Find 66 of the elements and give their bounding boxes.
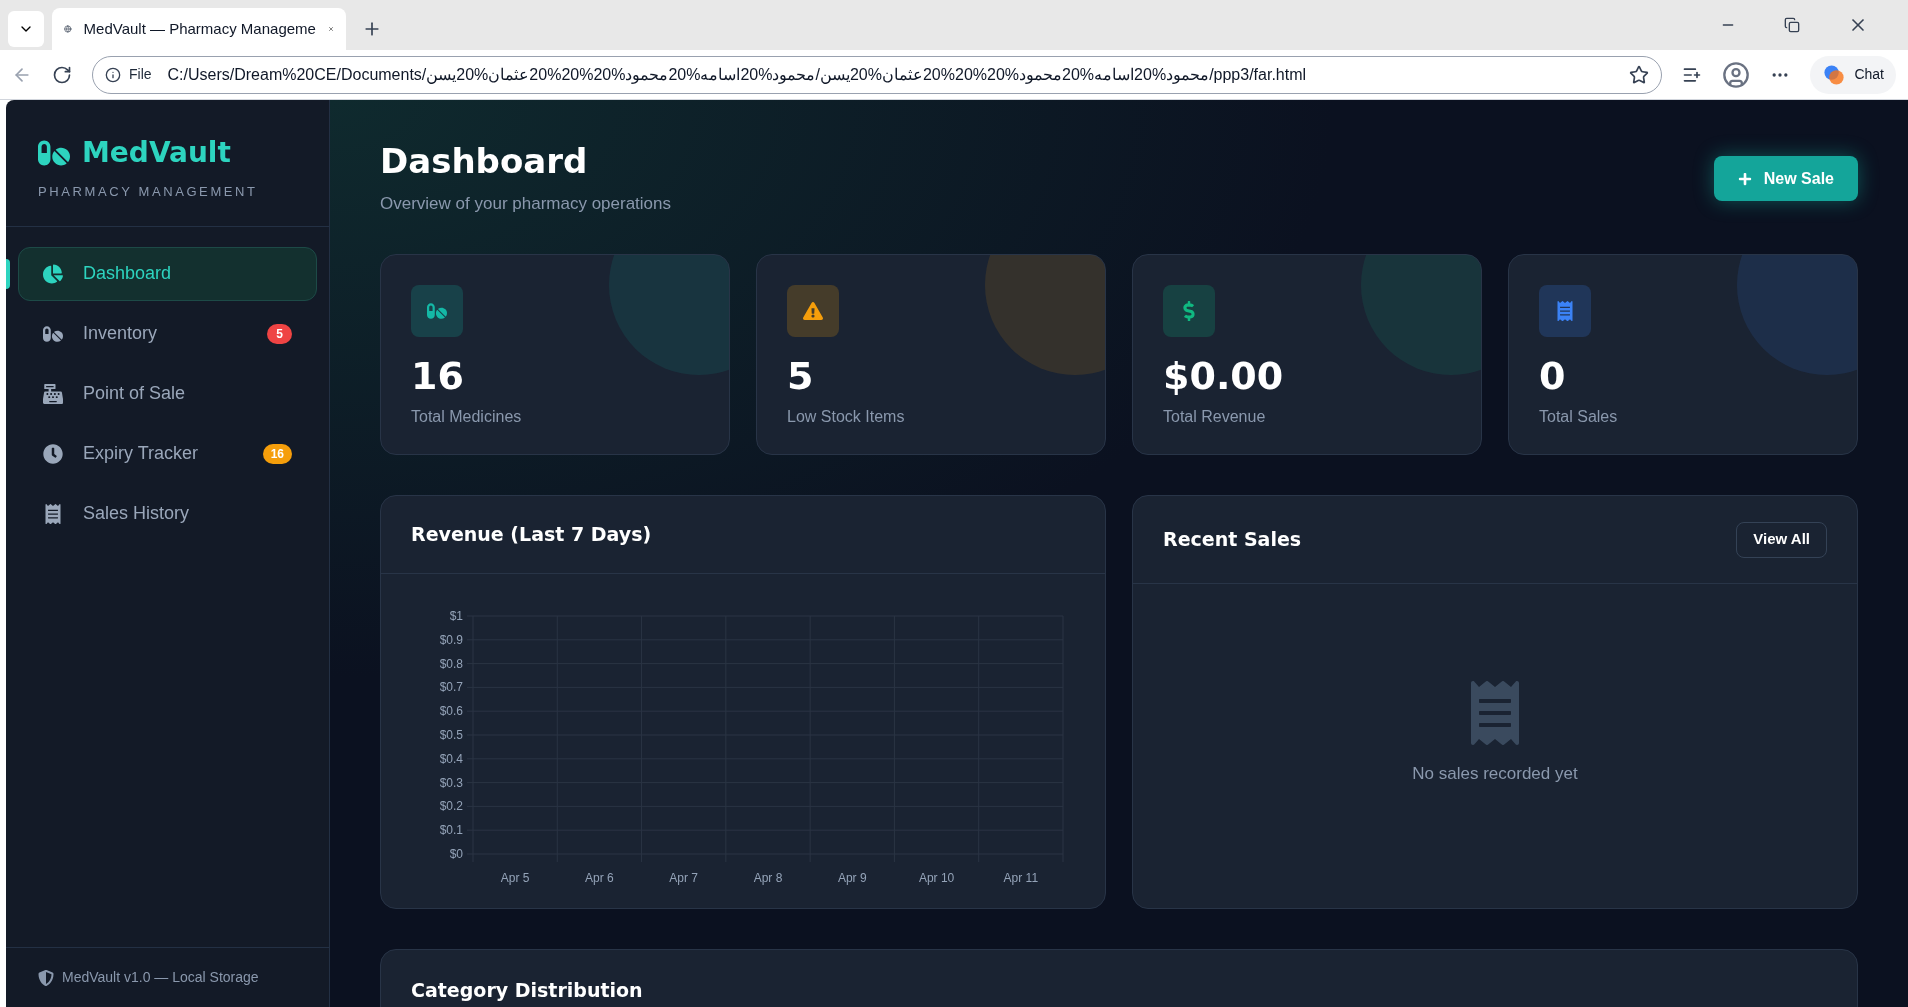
stat-value: $0.00 bbox=[1163, 353, 1285, 400]
axis-label: Apr 8 bbox=[753, 871, 783, 885]
count-badge: 5 bbox=[267, 323, 292, 344]
axis-label: Apr 9 bbox=[837, 871, 867, 885]
tab-title: MedVault — Pharmacy Manageme bbox=[83, 18, 316, 39]
reload-icon[interactable] bbox=[52, 64, 72, 85]
profile-icon[interactable] bbox=[1722, 60, 1751, 89]
empty-state-text: No sales recorded yet bbox=[1412, 763, 1578, 786]
axis-label: $0.5 bbox=[439, 728, 463, 742]
receipt-icon bbox=[1555, 301, 1575, 321]
stat-label: Total Sales bbox=[1539, 406, 1619, 427]
axis-label: $0.8 bbox=[439, 656, 463, 671]
page-subtitle: Overview of your pharmacy operations bbox=[380, 192, 672, 215]
receipt-icon bbox=[43, 503, 63, 524]
page-title: Dashboard bbox=[380, 140, 589, 183]
pills-icon bbox=[43, 323, 63, 344]
axis-label: $0.7 bbox=[439, 680, 463, 695]
warning-icon bbox=[803, 301, 823, 321]
axis-label: $0.1 bbox=[439, 823, 463, 838]
cash-register-icon bbox=[43, 383, 63, 404]
axis-label: $1 bbox=[449, 609, 463, 623]
axis-label: Apr 11 bbox=[1003, 871, 1039, 885]
view-all-button[interactable]: View All bbox=[1736, 521, 1827, 558]
version-text: MedVault v1.0 — Local Storage bbox=[62, 968, 259, 987]
pills-icon bbox=[427, 301, 447, 321]
axis-label: $0.3 bbox=[439, 775, 463, 790]
stat-value: 5 bbox=[787, 353, 815, 400]
address-prefix: File bbox=[129, 65, 152, 84]
nav-item[interactable]: Point of Sale bbox=[18, 366, 317, 421]
brand-tagline: PHARMACY MANAGEMENT bbox=[38, 183, 259, 201]
url-text: C:/Users/Dream%20CE/Documents/محمود%20اسامه%20محمود%20%20%20عثمان%20يسن/محمود%20اسامه%20محمود%20%20%20عثمان%20يسن/ppp3/far.html bbox=[167, 64, 1307, 86]
axis-label: Apr 5 bbox=[500, 871, 530, 885]
axis-label: $0.4 bbox=[439, 751, 463, 766]
axis-label: Apr 7 bbox=[669, 871, 699, 885]
stat-label: Low Stock Items bbox=[787, 406, 906, 427]
stat-value: 16 bbox=[411, 353, 465, 400]
axis-label: Apr 10 bbox=[918, 871, 955, 885]
card-title: Recent Sales bbox=[1163, 527, 1302, 553]
star-icon[interactable] bbox=[1629, 64, 1650, 85]
axis-label: Apr 6 bbox=[585, 871, 614, 885]
restore-icon[interactable] bbox=[1784, 17, 1800, 33]
count-badge: 16 bbox=[262, 443, 292, 464]
brand-name: MedVault bbox=[82, 135, 231, 171]
stat-value: 0 bbox=[1539, 353, 1567, 400]
browser-tab[interactable]: MedVault — Pharmacy Manageme bbox=[52, 8, 346, 50]
stat-label: Total Revenue bbox=[1163, 406, 1267, 427]
axis-label: $0.2 bbox=[439, 799, 463, 814]
axis-label: $0.6 bbox=[439, 704, 463, 719]
card-title: Revenue (Last 7 Days) bbox=[411, 522, 652, 548]
card-title: Category Distribution bbox=[411, 979, 643, 1001]
axis-label: $0 bbox=[449, 847, 463, 861]
axis-label: $0.9 bbox=[439, 632, 463, 647]
receipt-icon bbox=[1471, 681, 1519, 746]
shield-icon bbox=[38, 969, 54, 986]
plus-icon bbox=[1737, 171, 1752, 186]
nav-item[interactable]: Expiry Tracker 16 bbox=[18, 426, 317, 481]
nav-item[interactable]: Sales History bbox=[18, 486, 317, 541]
nav-item[interactable]: Inventory 5 bbox=[18, 306, 317, 361]
info-icon bbox=[105, 66, 121, 83]
active-indicator bbox=[6, 258, 10, 289]
pie-chart-icon bbox=[43, 263, 63, 284]
chat-button[interactable]: Chat bbox=[1810, 55, 1896, 94]
sparkle-icon bbox=[1822, 62, 1847, 87]
nav-item[interactable]: Dashboard bbox=[18, 246, 317, 301]
clock-icon bbox=[43, 443, 63, 464]
stat-label: Total Medicines bbox=[411, 406, 523, 427]
